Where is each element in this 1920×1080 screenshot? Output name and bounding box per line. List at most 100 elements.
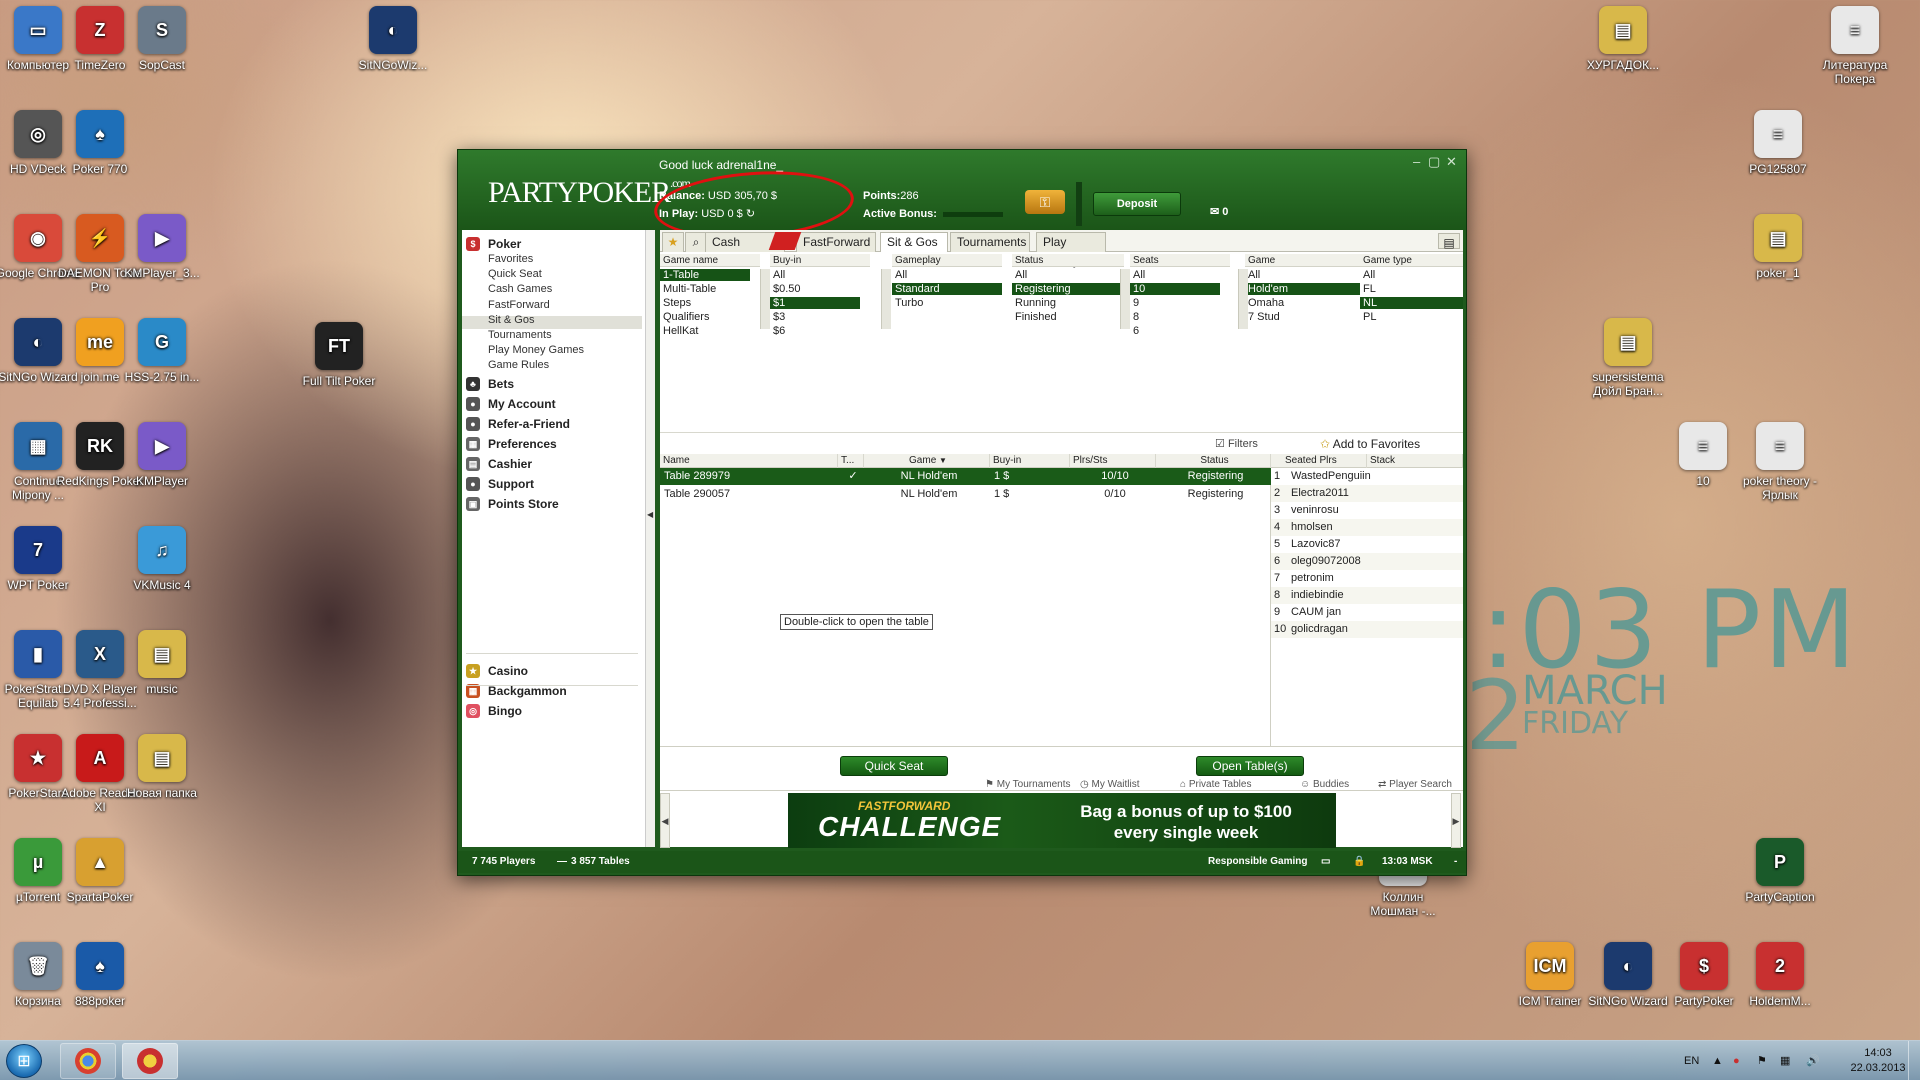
- filter-scrollbar[interactable]: [881, 269, 891, 329]
- add-to-favorites-link[interactable]: ✩ Add to Favorites: [1320, 437, 1420, 451]
- filter-game-option[interactable]: Omaha: [1245, 297, 1360, 309]
- filter-game_name-option[interactable]: 1-Table: [660, 269, 750, 281]
- col-players[interactable]: Plrs/Sts: [1070, 454, 1156, 468]
- language-indicator[interactable]: EN: [1684, 1041, 1699, 1080]
- filter-gameplay-option[interactable]: Standard: [892, 283, 1002, 295]
- desktop-icon[interactable]: ▤ music: [118, 630, 206, 696]
- desktop-icon[interactable]: P PartyCaption: [1736, 838, 1824, 904]
- desktop-icon[interactable]: ▤ supersistema Дойл Бран...: [1584, 318, 1672, 398]
- desktop-icon[interactable]: ▶ KMPlayer: [118, 422, 206, 488]
- desktop-icon[interactable]: ◐ SitNGoWiz...: [349, 6, 437, 72]
- filter-game_name-option[interactable]: HellKat: [660, 325, 750, 337]
- desktop-icon[interactable]: ▤ ХУРГАДОК...: [1579, 6, 1667, 72]
- seated-player-row[interactable]: 1 WastedPenguiin: [1271, 468, 1463, 485]
- seated-player-row[interactable]: 6 oleg09072008: [1271, 553, 1463, 570]
- desktop-icon[interactable]: ▲ SpartaPoker: [56, 838, 144, 904]
- desktop-icon[interactable]: ♫ VKMusic 4: [118, 526, 206, 592]
- filter-seats-option[interactable]: 9: [1130, 297, 1220, 309]
- filter-status-option[interactable]: Running: [1012, 297, 1124, 309]
- table-row[interactable]: Table 290057 NL Hold'em 1 $ 0/10 Registering: [660, 486, 1271, 503]
- seated-player-row[interactable]: 8 indiebindie: [1271, 587, 1463, 604]
- desktop-icon[interactable]: ▶ KMPlayer_3...: [118, 214, 206, 280]
- col-type[interactable]: T...: [838, 454, 864, 468]
- desktop-icon[interactable]: ≡ PG125807: [1734, 110, 1822, 176]
- layout-toggle-button[interactable]: ▤: [1438, 233, 1460, 250]
- filter-game-option[interactable]: 7 Stud: [1245, 311, 1360, 323]
- deposit-button[interactable]: Deposit: [1093, 192, 1181, 216]
- desktop-icon[interactable]: 2 HoldemM...: [1736, 942, 1824, 1008]
- nav-cashier[interactable]: ▤ Cashier: [466, 457, 532, 471]
- tab-tournaments[interactable]: Tournaments: [950, 232, 1030, 252]
- seated-player-row[interactable]: 7 petronim: [1271, 570, 1463, 587]
- filter-game-header[interactable]: Game: [1245, 254, 1360, 267]
- col-game[interactable]: Game ▼: [864, 454, 990, 468]
- filter-buy_in-option[interactable]: All: [770, 269, 860, 281]
- nav-backgammon[interactable]: ▦ Backgammon: [466, 684, 567, 698]
- filter-buy_in-option[interactable]: $1: [770, 297, 860, 309]
- desktop-icon[interactable]: 7 WPT Poker: [0, 526, 82, 592]
- nav-preferences[interactable]: ▦ Preferences: [466, 437, 557, 451]
- filter-game_name-header[interactable]: Game name: [660, 254, 760, 267]
- table-row[interactable]: Table 289979 ✓ NL Hold'em 1 $ 10/10 Registeri…: [660, 468, 1271, 485]
- filter-seats-option[interactable]: 6: [1130, 325, 1220, 337]
- filter-gameplay-option[interactable]: All: [892, 269, 1002, 281]
- link-private-tables[interactable]: ⌂ Private Tables: [1180, 779, 1251, 790]
- filter-buy_in-option[interactable]: $0.50: [770, 283, 860, 295]
- desktop-icon[interactable]: ▤ Новая папка: [118, 734, 206, 800]
- nav-refer-a-friend[interactable]: ● Refer-a-Friend: [466, 417, 570, 431]
- filter-game_type-option[interactable]: FL: [1360, 283, 1463, 295]
- filter-seats-option[interactable]: 8: [1130, 311, 1220, 323]
- filter-seats-option[interactable]: 10: [1130, 283, 1220, 295]
- taskbar-chrome[interactable]: [60, 1043, 116, 1079]
- tab-play-money[interactable]: Play Money: [1036, 232, 1106, 268]
- nav-item-game-rules[interactable]: Game Rules: [488, 359, 549, 371]
- desktop-icon[interactable]: S SopCast: [118, 6, 206, 72]
- nav-points-store[interactable]: ▣ Points Store: [466, 497, 559, 511]
- tab-favorites[interactable]: ★: [662, 232, 684, 252]
- close-button[interactable]: ✕: [1446, 154, 1457, 170]
- restore-button[interactable]: ▢: [1428, 154, 1440, 170]
- banner-next-button[interactable]: ▶: [1451, 793, 1461, 848]
- nav-bets[interactable]: ♣ Bets: [466, 377, 514, 391]
- nav-item-play-money-games[interactable]: Play Money Games: [488, 344, 584, 356]
- nav-poker[interactable]: $ Poker: [466, 237, 521, 251]
- col-status[interactable]: Status: [1156, 454, 1271, 468]
- desktop-icon[interactable]: ≡ Литература Покера: [1811, 6, 1899, 86]
- filter-gameplay-option[interactable]: Turbo: [892, 297, 1002, 309]
- desktop-icon[interactable]: ▤ poker_1: [1734, 214, 1822, 280]
- filter-game_name-option[interactable]: Qualifiers: [660, 311, 750, 323]
- filter-gameplay-header[interactable]: Gameplay: [892, 254, 1002, 267]
- mail-indicator[interactable]: ✉ 0: [1210, 205, 1228, 218]
- nav-item-cash-games[interactable]: Cash Games: [488, 283, 552, 295]
- filter-game_type-header[interactable]: Game type: [1360, 254, 1463, 267]
- col-buyin[interactable]: Buy-in: [990, 454, 1070, 468]
- filter-scrollbar[interactable]: [760, 269, 770, 329]
- banner-prev-button[interactable]: ◀: [660, 793, 670, 848]
- link-my-tournaments[interactable]: ⚑ My Tournaments: [985, 779, 1071, 790]
- monitor-icon[interactable]: ▭: [1321, 851, 1330, 873]
- fastforward-challenge-banner[interactable]: FASTFORWARD CHALLENGE Bag a bonus of up …: [788, 793, 1336, 848]
- nav-item-fastforward[interactable]: FastForward: [488, 299, 550, 311]
- filter-seats-header[interactable]: Seats: [1130, 254, 1230, 267]
- tray-flag-icon[interactable]: ⚑: [1757, 1041, 1767, 1080]
- tray-holdem-icon[interactable]: ●: [1733, 1041, 1740, 1080]
- filter-game_type-option[interactable]: PL: [1360, 311, 1463, 323]
- nav-my-account[interactable]: ● My Account: [466, 397, 556, 411]
- filter-buy_in-option[interactable]: $6: [770, 325, 860, 337]
- nav-casino[interactable]: ★ Casino: [466, 664, 528, 678]
- seated-player-row[interactable]: 2 Electra2011: [1271, 485, 1463, 502]
- tray-clock[interactable]: 14:03 22.03.2013: [1848, 1046, 1908, 1076]
- taskbar-partypoker[interactable]: [122, 1043, 178, 1079]
- filter-game_name-option[interactable]: Steps: [660, 297, 750, 309]
- filter-scrollbar[interactable]: [1120, 269, 1130, 329]
- nav-item-quick-seat[interactable]: Quick Seat: [488, 268, 542, 280]
- filter-game-option[interactable]: All: [1245, 269, 1360, 281]
- filter-game-option[interactable]: Hold'em: [1245, 283, 1360, 295]
- filter-game_type-option[interactable]: NL: [1360, 297, 1463, 309]
- seated-player-row[interactable]: 4 hmolsen: [1271, 519, 1463, 536]
- col-name[interactable]: Name: [660, 454, 838, 468]
- desktop-icon[interactable]: $ PartyPoker: [1660, 942, 1748, 1008]
- tab-fastforward[interactable]: FastForward: [796, 232, 876, 252]
- desktop-icon[interactable]: ♠ Poker 770: [56, 110, 144, 176]
- filter-buy_in-header[interactable]: Buy-in: [770, 254, 870, 267]
